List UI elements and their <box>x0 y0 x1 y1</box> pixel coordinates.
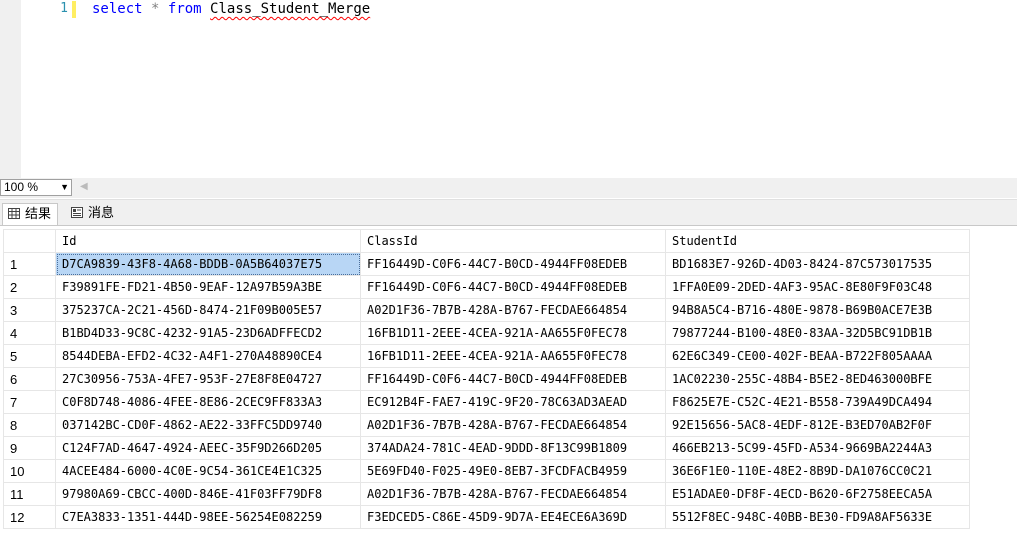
cell-classid[interactable]: A02D1F36-7B7B-428A-B767-FECDAE664854 <box>360 298 666 322</box>
row-number[interactable]: 11 <box>3 482 56 506</box>
cell-classid[interactable]: FF16449D-C0F6-44C7-B0CD-4944FF08EDEB <box>360 252 666 276</box>
table-row[interactable]: 4 B1BD4D33-9C8C-4232-91A5-23D6ADFFECD2 16F… <box>3 321 970 345</box>
row-number[interactable]: 4 <box>3 321 56 345</box>
cell-id[interactable]: 8544DEBA-EFD2-4C32-A4F1-270A48890CE4 <box>55 344 361 368</box>
cell-studentid[interactable]: 5512F8EC-948C-40BB-BE30-FD9A8AF5633E <box>665 505 970 529</box>
cell-studentid[interactable]: 94B8A5C4-B716-480E-9878-B69B0ACE7E3B <box>665 298 970 322</box>
cell-id[interactable]: C7EA3833-1351-444D-98EE-56254E082259 <box>55 505 361 529</box>
cell-classid[interactable]: FF16449D-C0F6-44C7-B0CD-4944FF08EDEB <box>360 275 666 299</box>
cell-classid[interactable]: FF16449D-C0F6-44C7-B0CD-4944FF08EDEB <box>360 367 666 391</box>
cell-studentid[interactable]: 62E6C349-CE00-402F-BEAA-B722F805AAAA <box>665 344 970 368</box>
column-header-id[interactable]: Id <box>55 229 361 253</box>
cell-classid[interactable]: 16FB1D11-2EEE-4CEA-921A-AA655F0FEC78 <box>360 321 666 345</box>
table-row[interactable]: 7 C0F8D748-4086-4FEE-8E86-2CEC9FF833A3 EC9… <box>3 390 970 414</box>
table-row[interactable]: 6 27C30956-753A-4FE7-953F-27E8F8E04727 FF1… <box>3 367 970 391</box>
row-number[interactable]: 12 <box>3 505 56 529</box>
tab-messages-label: 消息 <box>88 205 115 220</box>
cell-classid[interactable]: 16FB1D11-2EEE-4CEA-921A-AA655F0FEC78 <box>360 344 666 368</box>
cell-classid[interactable]: 5E69FD40-F025-49E0-8EB7-3FCDFACB4959 <box>360 459 666 483</box>
results-grid-area: Id ClassId StudentId 1 D7CA9839-43F8-4A68… <box>0 225 1017 541</box>
cell-id[interactable]: C0F8D748-4086-4FEE-8E86-2CEC9FF833A3 <box>55 390 361 414</box>
table-row[interactable]: 12 C7EA3833-1351-444D-98EE-56254E082259 F3… <box>3 505 970 529</box>
cell-studentid[interactable]: 1FFA0E09-2DED-4AF3-95AC-8E80F9F03C48 <box>665 275 970 299</box>
keyword-from: from <box>167 1 202 17</box>
table-row[interactable]: 1 D7CA9839-43F8-4A68-BDDB-0A5B64037E75 FF1… <box>3 252 970 276</box>
row-number[interactable]: 3 <box>3 298 56 322</box>
cell-studentid[interactable]: 92E15656-5AC8-4EDF-812E-B3ED70AB2F0F <box>665 413 970 437</box>
cell-id[interactable]: B1BD4D33-9C8C-4232-91A5-23D6ADFFECD2 <box>55 321 361 345</box>
keyword-select: select <box>92 1 143 17</box>
table-row[interactable]: 9 C124F7AD-4647-4924-AEEC-35F9D266D205 374… <box>3 436 970 460</box>
cell-classid[interactable]: F3EDCED5-C86E-45D9-9D7A-EE4ECE6A369D <box>360 505 666 529</box>
column-header-studentid[interactable]: StudentId <box>665 229 970 253</box>
table-row[interactable]: 2 F39891FE-FD21-4B50-9EAF-12A97B59A3BE FF1… <box>3 275 970 299</box>
row-number[interactable]: 9 <box>3 436 56 460</box>
table-row[interactable]: 11 97980A69-CBCC-400D-846E-41F03FF79DF8 A0… <box>3 482 970 506</box>
change-indicator <box>72 1 76 18</box>
table-row[interactable]: 5 8544DEBA-EFD2-4C32-A4F1-270A48890CE4 16F… <box>3 344 970 368</box>
messages-icon <box>71 207 83 218</box>
row-number[interactable]: 10 <box>3 459 56 483</box>
cell-studentid[interactable]: F8625E7E-C52C-4E21-B558-739A49DCA494 <box>665 390 970 414</box>
results-grid[interactable]: Id ClassId StudentId 1 D7CA9839-43F8-4A68… <box>3 229 970 529</box>
table-row[interactable]: 10 4ACEE484-6000-4C0E-9C54-361CE4E1C325 5E… <box>3 459 970 483</box>
table-name: Class_Student_Merge <box>210 1 371 17</box>
zoom-bar: 100 % ▼ ◀ <box>0 178 1017 198</box>
cell-id[interactable]: F39891FE-FD21-4B50-9EAF-12A97B59A3BE <box>55 275 361 299</box>
chevron-down-icon: ▼ <box>60 182 69 192</box>
cell-studentid[interactable]: 466EB213-5C99-45FD-A534-9669BA2244A3 <box>665 436 970 460</box>
cell-classid[interactable]: A02D1F36-7B7B-428A-B767-FECDAE664854 <box>360 413 666 437</box>
column-header-classid[interactable]: ClassId <box>360 229 666 253</box>
line-number: 1 <box>60 1 68 16</box>
cell-studentid[interactable]: 36E6F1E0-110E-48E2-8B9D-DA1076CC0C21 <box>665 459 970 483</box>
row-number[interactable]: 2 <box>3 275 56 299</box>
editor-gutter <box>0 0 21 178</box>
cell-id[interactable]: 27C30956-753A-4FE7-953F-27E8F8E04727 <box>55 367 361 391</box>
horizontal-scrollbar[interactable] <box>92 180 1017 196</box>
row-header-corner[interactable] <box>3 229 56 253</box>
result-tabs: 结果 消息 <box>0 199 1017 226</box>
cell-classid[interactable]: EC912B4F-FAE7-419C-9F20-78C63AD3AEAD <box>360 390 666 414</box>
tab-messages[interactable]: 消息 <box>66 203 120 225</box>
cell-id[interactable]: C124F7AD-4647-4924-AEEC-35F9D266D205 <box>55 436 361 460</box>
cell-id[interactable]: D7CA9839-43F8-4A68-BDDB-0A5B64037E75 <box>55 252 361 276</box>
grid-header-row: Id ClassId StudentId <box>3 229 970 253</box>
table-row[interactable]: 8 037142BC-CD0F-4862-AE22-33FFC5DD9740 A02… <box>3 413 970 437</box>
cell-studentid[interactable]: 1AC02230-255C-48B4-B5E2-8ED463000BFE <box>665 367 970 391</box>
cell-id[interactable]: 4ACEE484-6000-4C0E-9C54-361CE4E1C325 <box>55 459 361 483</box>
row-number[interactable]: 5 <box>3 344 56 368</box>
cell-studentid[interactable]: BD1683E7-926D-4D03-8424-87C573017535 <box>665 252 970 276</box>
cell-id[interactable]: 375237CA-2C21-456D-8474-21F09B005E57 <box>55 298 361 322</box>
zoom-dropdown[interactable]: 100 % ▼ <box>0 179 72 196</box>
cell-studentid[interactable]: E51ADAE0-DF8F-4ECD-B620-6F2758EECA5A <box>665 482 970 506</box>
table-row[interactable]: 3 375237CA-2C21-456D-8474-21F09B005E57 A02… <box>3 298 970 322</box>
cell-classid[interactable]: A02D1F36-7B7B-428A-B767-FECDAE664854 <box>360 482 666 506</box>
cell-studentid[interactable]: 79877244-B100-48E0-83AA-32D5BC91DB1B <box>665 321 970 345</box>
code-line[interactable]: select * from Class_Student_Merge <box>92 0 370 20</box>
cell-id[interactable]: 97980A69-CBCC-400D-846E-41F03FF79DF8 <box>55 482 361 506</box>
tab-results[interactable]: 结果 <box>2 203 59 225</box>
query-editor[interactable]: 1 select * from Class_Student_Merge <box>0 0 1017 178</box>
grid-icon <box>8 208 20 219</box>
cell-classid[interactable]: 374ADA24-781C-4EAD-9DDD-8F13C99B1809 <box>360 436 666 460</box>
row-number[interactable]: 7 <box>3 390 56 414</box>
tab-results-label: 结果 <box>25 206 52 221</box>
row-number[interactable]: 1 <box>3 252 56 276</box>
cell-id[interactable]: 037142BC-CD0F-4862-AE22-33FFC5DD9740 <box>55 413 361 437</box>
scroll-left-icon[interactable]: ◀ <box>80 181 88 192</box>
zoom-value: 100 % <box>4 180 39 194</box>
row-number[interactable]: 8 <box>3 413 56 437</box>
row-number[interactable]: 6 <box>3 367 56 391</box>
operator-star: * <box>151 1 160 17</box>
